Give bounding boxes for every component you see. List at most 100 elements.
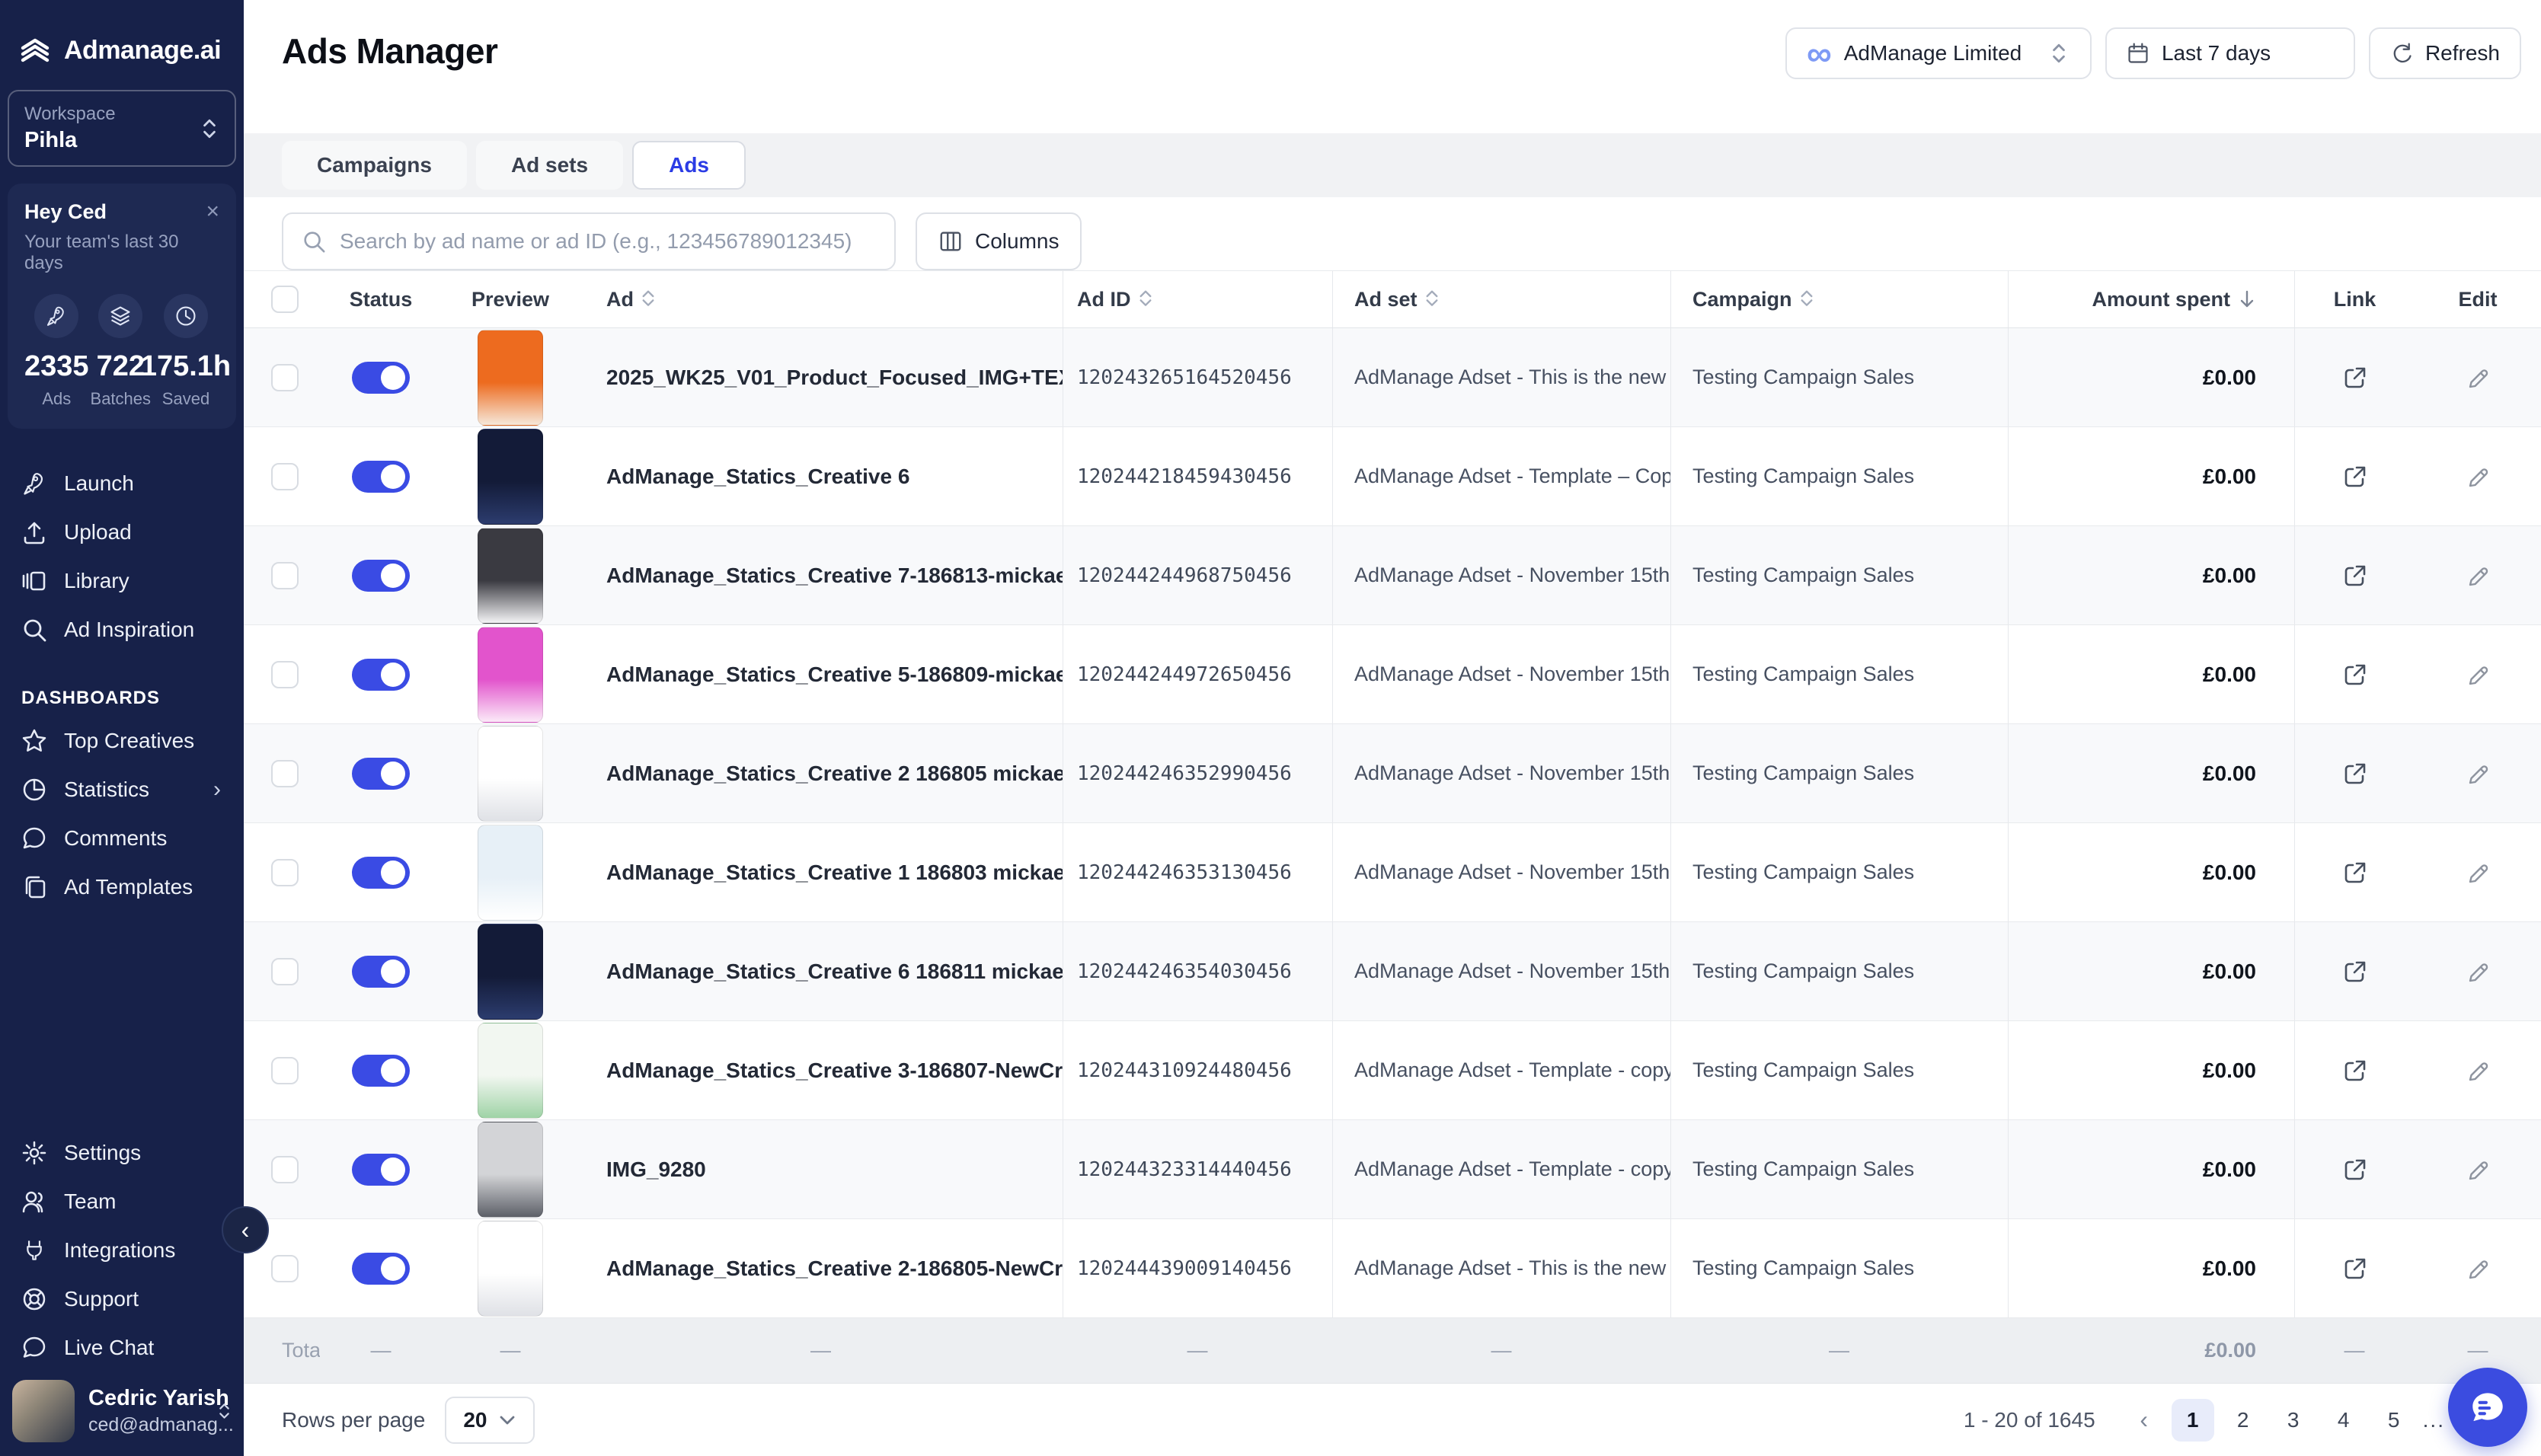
sidebar-item-team[interactable]: Team <box>0 1177 244 1226</box>
sidebar-item-integrations[interactable]: Integrations <box>0 1226 244 1275</box>
external-link-icon[interactable] <box>2343 762 2367 786</box>
row-checkbox[interactable] <box>271 1156 299 1183</box>
status-toggle[interactable] <box>352 461 410 493</box>
ad-preview-image[interactable] <box>478 1122 543 1218</box>
column-header-ad-set[interactable]: Ad set <box>1332 271 1670 327</box>
column-header-status[interactable]: Status <box>320 271 442 327</box>
column-header-ad[interactable]: Ad <box>579 271 1063 327</box>
close-icon[interactable]: × <box>206 200 219 223</box>
ad-name[interactable]: AdManage_Statics_Creative 6 186811 micka… <box>579 922 1063 1020</box>
sort-icon[interactable] <box>1425 289 1440 309</box>
column-header-amount-spent[interactable]: Amount spent <box>2008 271 2294 327</box>
ad-name[interactable]: 2025_WK25_V01_Product_Focused_IMG+TEXT_( <box>579 328 1063 426</box>
sidebar-collapse-button[interactable]: ‹ <box>222 1206 269 1253</box>
row-checkbox[interactable] <box>271 958 299 985</box>
rows-per-page-select[interactable]: 20 <box>445 1397 534 1444</box>
row-checkbox[interactable] <box>271 364 299 391</box>
column-header-campaign[interactable]: Campaign <box>1670 271 2008 327</box>
sidebar-item-top-creatives[interactable]: Top Creatives <box>0 717 244 765</box>
status-toggle[interactable] <box>352 1055 410 1087</box>
row-checkbox[interactable] <box>271 859 299 886</box>
edit-pencil-icon[interactable] <box>2466 663 2490 687</box>
tab-ad-sets[interactable]: Ad sets <box>476 141 623 190</box>
edit-pencil-icon[interactable] <box>2466 1157 2490 1182</box>
column-header-preview[interactable]: Preview <box>442 271 579 327</box>
status-toggle[interactable] <box>352 758 410 790</box>
ad-preview-image[interactable] <box>478 528 543 624</box>
external-link-icon[interactable] <box>2343 465 2367 489</box>
pagination-ellipsis[interactable]: ... <box>2423 1408 2445 1432</box>
row-checkbox[interactable] <box>271 1057 299 1084</box>
edit-pencil-icon[interactable] <box>2466 959 2490 984</box>
ad-preview-image[interactable] <box>478 924 543 1020</box>
status-toggle[interactable] <box>352 560 410 592</box>
ad-name[interactable]: AdManage_Statics_Creative 5-186809-micka… <box>579 625 1063 723</box>
select-all-checkbox[interactable] <box>271 286 299 313</box>
row-checkbox[interactable] <box>271 1255 299 1282</box>
row-checkbox[interactable] <box>271 562 299 589</box>
external-link-icon[interactable] <box>2343 959 2367 984</box>
row-checkbox[interactable] <box>271 661 299 688</box>
user-menu[interactable]: Cedric Yarish ced@admanag... <box>0 1375 244 1456</box>
sidebar-item-support[interactable]: Support <box>0 1275 244 1323</box>
edit-pencil-icon[interactable] <box>2466 762 2490 786</box>
external-link-icon[interactable] <box>2343 564 2367 588</box>
refresh-button[interactable]: Refresh <box>2369 27 2521 79</box>
search-input[interactable] <box>340 229 876 254</box>
edit-pencil-icon[interactable] <box>2466 861 2490 885</box>
ad-name[interactable]: AdManage_Statics_Creative 2-186805-NewCr… <box>579 1219 1063 1317</box>
ad-preview-image[interactable] <box>478 330 543 426</box>
sort-icon[interactable] <box>1800 289 1815 309</box>
sidebar-item-ad-inspiration[interactable]: Ad Inspiration <box>0 605 244 654</box>
ad-name[interactable]: AdManage_Statics_Creative 1 186803 micka… <box>579 823 1063 921</box>
edit-pencil-icon[interactable] <box>2466 465 2490 489</box>
page-button-5[interactable]: 5 <box>2373 1399 2415 1442</box>
ad-preview-image[interactable] <box>478 627 543 723</box>
sidebar-item-upload[interactable]: Upload <box>0 508 244 557</box>
sidebar-item-library[interactable]: Library <box>0 557 244 605</box>
page-button-4[interactable]: 4 <box>2322 1399 2365 1442</box>
sort-icon[interactable] <box>1139 289 1154 309</box>
header-select-all[interactable] <box>244 271 320 327</box>
external-link-icon[interactable] <box>2343 1058 2367 1083</box>
column-header-ad-id[interactable]: Ad ID <box>1063 271 1332 327</box>
tab-campaigns[interactable]: Campaigns <box>282 141 467 190</box>
row-checkbox[interactable] <box>271 760 299 787</box>
edit-pencil-icon[interactable] <box>2466 1256 2490 1281</box>
external-link-icon[interactable] <box>2343 1256 2367 1281</box>
ad-name[interactable]: IMG_9280 <box>579 1120 1063 1218</box>
ad-preview-image[interactable] <box>478 726 543 822</box>
external-link-icon[interactable] <box>2343 663 2367 687</box>
sidebar-item-live-chat[interactable]: Live Chat <box>0 1323 244 1372</box>
external-link-icon[interactable] <box>2343 861 2367 885</box>
sidebar-item-comments[interactable]: Comments <box>0 814 244 863</box>
row-checkbox[interactable] <box>271 463 299 490</box>
ad-preview-image[interactable] <box>478 825 543 921</box>
status-toggle[interactable] <box>352 857 410 889</box>
ad-name[interactable]: AdManage_Statics_Creative 3-186807-NewCr… <box>579 1021 1063 1119</box>
edit-pencil-icon[interactable] <box>2466 1058 2490 1083</box>
sidebar-item-ad-templates[interactable]: Ad Templates <box>0 863 244 912</box>
ad-name[interactable]: AdManage_Statics_Creative 2 186805 micka… <box>579 724 1063 822</box>
status-toggle[interactable] <box>352 1154 410 1186</box>
status-toggle[interactable] <box>352 956 410 988</box>
account-selector[interactable]: ∞ AdManage Limited <box>1785 27 2092 79</box>
external-link-icon[interactable] <box>2343 1157 2367 1182</box>
ad-preview-image[interactable] <box>478 1023 543 1119</box>
sidebar-item-settings[interactable]: Settings <box>0 1129 244 1177</box>
status-toggle[interactable] <box>352 659 410 691</box>
status-toggle[interactable] <box>352 1253 410 1285</box>
page-button-3[interactable]: 3 <box>2272 1399 2315 1442</box>
page-button-2[interactable]: 2 <box>2222 1399 2265 1442</box>
ad-preview-image[interactable] <box>478 429 543 525</box>
status-toggle[interactable] <box>352 362 410 394</box>
date-range-picker[interactable]: Last 7 days <box>2105 27 2355 79</box>
live-chat-fab[interactable] <box>2448 1368 2527 1447</box>
external-link-icon[interactable] <box>2343 366 2367 390</box>
ad-name[interactable]: AdManage_Statics_Creative 6 <box>579 427 1063 525</box>
sort-icon[interactable] <box>641 289 657 309</box>
ad-name[interactable]: AdManage_Statics_Creative 7-186813-micka… <box>579 526 1063 624</box>
edit-pencil-icon[interactable] <box>2466 366 2490 390</box>
ad-preview-image[interactable] <box>478 1221 543 1317</box>
sidebar-item-statistics[interactable]: Statistics › <box>0 765 244 814</box>
